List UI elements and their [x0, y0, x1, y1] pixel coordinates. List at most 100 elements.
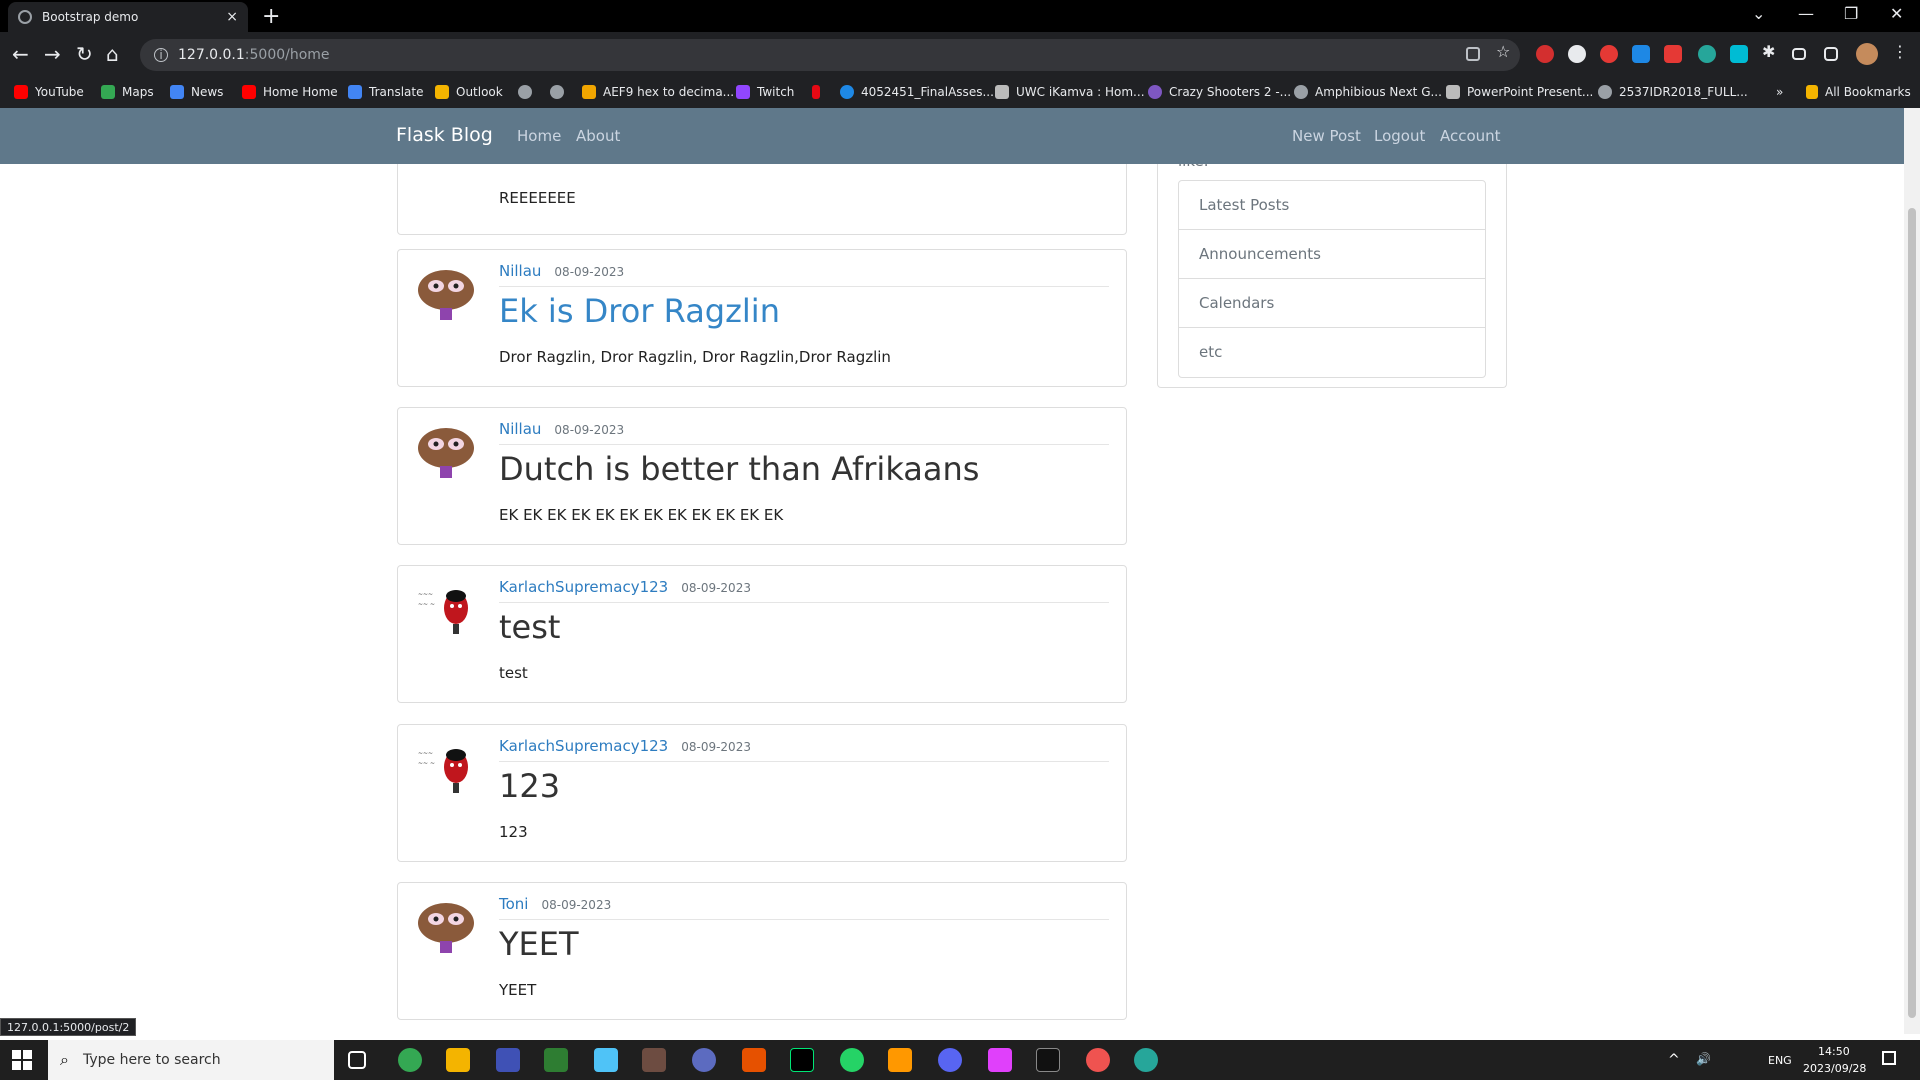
bookmark-amphibious[interactable]: Amphibious Next G... [1294, 85, 1442, 99]
extension-icon[interactable] [1664, 45, 1682, 63]
tab-search-icon[interactable]: ⌄ [1752, 4, 1765, 23]
post-author-link[interactable]: Nillau [499, 262, 541, 280]
all-bookmarks-button[interactable]: All Bookmarks [1806, 85, 1911, 99]
app-icon[interactable] [988, 1048, 1012, 1072]
bookmark-maps[interactable]: Maps [101, 85, 154, 99]
share-icon[interactable] [1466, 47, 1480, 61]
reload-icon[interactable]: ↻ [76, 42, 93, 66]
clock-time[interactable]: 14:50 [1818, 1045, 1850, 1058]
sidebar-item-announcements[interactable]: Announcements [1179, 230, 1485, 279]
extension-icon[interactable] [1568, 45, 1586, 63]
bookmark-news[interactable]: News [170, 85, 223, 99]
extension-icon[interactable] [1632, 45, 1650, 63]
post-meta: KarlachSupremacy123 08-09-2023 [499, 578, 1109, 603]
bookmark-final-assessment[interactable]: 4052451_FinalAsses... [840, 85, 994, 99]
nav-home-link[interactable]: Home [517, 127, 561, 145]
puzzle-icon[interactable]: ✱ [1762, 42, 1775, 61]
nav-new-post-link[interactable]: New Post [1292, 127, 1361, 145]
vertical-scrollbar[interactable] [1904, 108, 1920, 1034]
discord-icon[interactable] [938, 1048, 962, 1072]
clock-date[interactable]: 2023/09/28 [1803, 1062, 1866, 1075]
post-title-link[interactable]: Dutch is better than Afrikaans [499, 450, 979, 488]
menu-icon[interactable]: ⋮ [1892, 42, 1908, 61]
site-info-icon[interactable]: i [154, 48, 168, 62]
app-icon[interactable] [642, 1048, 666, 1072]
app-icon[interactable] [888, 1048, 912, 1072]
nav-account-link[interactable]: Account [1440, 127, 1501, 145]
post-author-link[interactable]: Toni [499, 895, 528, 913]
extension-icon[interactable] [1600, 45, 1618, 63]
post-author-link[interactable]: Nillau [499, 420, 541, 438]
bookmark-twitch[interactable]: Twitch [736, 85, 794, 99]
bookmark-outlook[interactable]: Outlook [435, 85, 503, 99]
youtube-icon [14, 85, 28, 99]
star-icon[interactable]: ☆ [1496, 42, 1510, 61]
bookmark-uwc-ikamva[interactable]: UWC iKamva : Hom... [995, 85, 1145, 99]
volume-icon[interactable]: 🔊 [1696, 1052, 1711, 1066]
scrollbar-thumb[interactable] [1908, 208, 1916, 1018]
bookmark-translate[interactable]: Translate [348, 85, 424, 99]
nav-logout-link[interactable]: Logout [1374, 127, 1425, 145]
new-tab-button[interactable]: + [262, 4, 280, 29]
nav-about-link[interactable]: About [576, 127, 620, 145]
extension-icon[interactable] [1730, 45, 1748, 63]
sidebar-item-calendars[interactable]: Calendars [1179, 279, 1485, 328]
task-view-icon[interactable] [348, 1051, 366, 1069]
bookmarks-bar: YouTube Maps News Home Home Translate Ou… [0, 78, 1920, 108]
extension-icon[interactable] [1698, 45, 1716, 63]
reading-list-icon[interactable] [1792, 48, 1806, 60]
sidebar-item-latest-posts[interactable]: Latest Posts [1179, 181, 1485, 230]
post-title-link[interactable]: 123 [499, 767, 560, 805]
bookmark-netflix[interactable] [812, 85, 827, 99]
app-icon[interactable] [692, 1048, 716, 1072]
post-title-link[interactable]: test [499, 608, 560, 646]
bookmark-globe[interactable] [518, 85, 539, 99]
home-icon[interactable]: ⌂ [106, 42, 119, 66]
bookmark-home-home[interactable]: Home Home [242, 85, 338, 99]
tab-close-icon[interactable]: × [226, 9, 238, 25]
app-icon[interactable] [1134, 1048, 1158, 1072]
file-explorer-icon[interactable] [446, 1048, 470, 1072]
bookmarks-more-button[interactable]: » [1776, 85, 1783, 99]
side-panel-icon[interactable] [1824, 47, 1838, 61]
app-icon[interactable] [544, 1048, 568, 1072]
bookmark-powerpoint[interactable]: PowerPoint Present... [1446, 85, 1593, 99]
back-icon[interactable]: ← [12, 42, 29, 66]
avatar: ~~~ ~~ ~ [418, 590, 468, 634]
post-title-link[interactable]: Ek is Dror Ragzlin [499, 292, 780, 330]
terminal-icon[interactable] [1036, 1048, 1060, 1072]
page-viewport: REEEEEEE Nillau 08-09-2023 Ek is Dror Ra… [0, 108, 1920, 1034]
app-icon[interactable] [1086, 1048, 1110, 1072]
minimize-button[interactable]: — [1798, 4, 1814, 23]
chrome-icon[interactable] [398, 1048, 422, 1072]
post-author-link[interactable]: KarlachSupremacy123 [499, 737, 668, 755]
notification-icon[interactable] [1882, 1051, 1896, 1065]
adblock-icon[interactable] [1536, 45, 1554, 63]
sidebar-item-etc[interactable]: etc [1179, 328, 1485, 377]
close-window-button[interactable]: ✕ [1890, 4, 1903, 23]
app-icon[interactable] [594, 1048, 618, 1072]
language-indicator[interactable]: ENG [1768, 1054, 1792, 1067]
taskbar-search-input[interactable]: ⌕ Type here to search [48, 1040, 334, 1080]
whatsapp-icon[interactable] [840, 1048, 864, 1072]
bookmark-2537idr2018[interactable]: 2537IDR2018_FULL... [1598, 85, 1748, 99]
address-bar[interactable]: i 127.0.0.1 :5000/home [140, 39, 1520, 71]
browser-tab[interactable]: Bootstrap demo × [8, 2, 248, 32]
globe-icon [550, 85, 564, 99]
brand-link[interactable]: Flask Blog [396, 124, 493, 146]
forward-icon[interactable]: → [44, 42, 61, 66]
restore-button[interactable]: ❐ [1844, 4, 1858, 23]
post-author-link[interactable]: KarlachSupremacy123 [499, 578, 668, 596]
windows-start-icon[interactable] [12, 1050, 32, 1070]
bookmark-aef9[interactable]: AEF9 hex to decima... [582, 85, 734, 99]
post-title-link[interactable]: YEET [499, 925, 579, 963]
bookmark-crazy-shooters[interactable]: Crazy Shooters 2 -... [1148, 85, 1291, 99]
post-card: Nillau 08-09-2023 Ek is Dror Ragzlin Dro… [397, 249, 1127, 387]
tray-chevron-icon[interactable]: ^ [1668, 1052, 1680, 1068]
app-icon[interactable] [790, 1048, 814, 1072]
app-icon[interactable] [496, 1048, 520, 1072]
bookmark-youtube[interactable]: YouTube [14, 85, 84, 99]
avatar[interactable] [1856, 43, 1878, 65]
app-icon[interactable] [742, 1048, 766, 1072]
bookmark-globe[interactable] [550, 85, 571, 99]
